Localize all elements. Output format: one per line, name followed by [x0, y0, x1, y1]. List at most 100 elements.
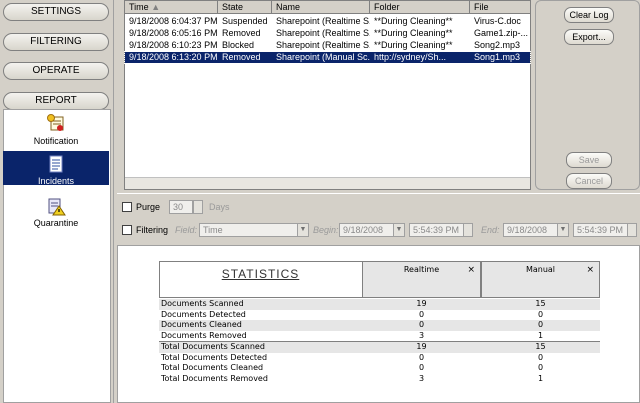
stat-realtime: 19 — [416, 342, 427, 351]
statistics-row: Documents Scanned 19 15 — [159, 299, 600, 310]
end-label: End: — [481, 225, 500, 235]
filter-controls: Purge 30 Days Filtering Field: Time ▼ Be… — [117, 193, 640, 243]
end-time-input[interactable]: 5:54:39 PM — [573, 223, 629, 237]
incident-list[interactable]: Time ▲ State Name Folder File 9/18/2008 … — [124, 0, 531, 190]
stat-realtime: 0 — [418, 352, 425, 362]
cell-state: Suspended — [222, 16, 268, 26]
stat-realtime: 0 — [418, 309, 425, 319]
close-icon[interactable]: × — [467, 265, 475, 275]
nav-item-label: Notification — [33, 136, 79, 146]
stat-manual: 1 — [537, 373, 544, 383]
filtering-button[interactable]: FILTERING — [3, 33, 109, 51]
column-header-state[interactable]: State — [218, 1, 272, 14]
save-button[interactable]: Save — [566, 152, 612, 168]
filtering-checkbox[interactable] — [122, 225, 132, 235]
column-header-file[interactable]: File — [470, 1, 530, 14]
filtering-label: Filtering — [136, 225, 169, 235]
purge-days-spinner[interactable] — [193, 200, 203, 214]
statistics-row: Documents Cleaned 0 0 — [159, 320, 600, 331]
report-button[interactable]: REPORT — [3, 92, 109, 110]
stat-realtime: 0 — [418, 363, 425, 372]
list-header: Time ▲ State Name Folder File — [125, 1, 530, 14]
table-row[interactable]: 9/18/2008 6:04:37 PM Suspended Sharepoin… — [125, 16, 530, 27]
stat-name: Total Documents Cleaned — [161, 363, 264, 372]
cell-time: 9/18/2008 6:10:23 PM — [129, 40, 218, 50]
purge-checkbox[interactable] — [122, 202, 132, 212]
cell-file: Song1.mp3 — [474, 52, 521, 62]
stat-realtime: 19 — [416, 299, 427, 308]
statistics-row: Total Documents Cleaned 0 0 — [159, 363, 600, 374]
actions-panel: Clear Log Export... Save Cancel — [535, 0, 640, 190]
table-row-selected[interactable]: 9/18/2008 6:13:20 PM Removed Sharepoint … — [124, 51, 531, 64]
end-time-spinner[interactable] — [627, 223, 637, 237]
begin-time-input[interactable]: 5:54:39 PM — [409, 223, 465, 237]
stat-manual: 15 — [535, 299, 546, 308]
cell-file: Game1.zip-... — [474, 28, 529, 38]
nav-item-incidents[interactable]: Incidents — [3, 151, 109, 186]
stat-realtime: 3 — [418, 373, 425, 383]
stat-name: Total Documents Scanned — [161, 342, 265, 351]
statistics-row: Documents Detected 0 0 — [159, 310, 600, 321]
statistics-row: Total Documents Removed 3 1 — [159, 374, 600, 385]
cancel-button[interactable]: Cancel — [566, 173, 612, 189]
column-header-folder[interactable]: Folder — [370, 1, 470, 14]
calendar-dropdown-icon[interactable]: ▼ — [393, 223, 405, 237]
nav-item-notification[interactable]: Notification — [3, 114, 109, 146]
cell-time: 9/18/2008 6:05:16 PM — [129, 28, 218, 38]
left-navigation: SETTINGS FILTERING OPERATE REPORT Notifi… — [0, 0, 114, 403]
table-row[interactable]: 9/18/2008 6:05:16 PM Removed Sharepoint … — [125, 28, 530, 39]
stat-manual: 0 — [537, 352, 544, 362]
stat-manual: 15 — [535, 342, 546, 351]
column-header-name[interactable]: Name — [272, 1, 370, 14]
cell-name: Sharepoint (Realtime S... — [276, 28, 370, 38]
stat-manual: 0 — [537, 309, 544, 319]
days-label: Days — [209, 202, 230, 212]
stat-manual: 0 — [537, 320, 544, 329]
cell-file: Song2.mp3 — [474, 40, 521, 50]
cell-folder: http://sydney/Sh... — [374, 52, 447, 62]
stat-name: Total Documents Detected — [161, 352, 268, 362]
stat-realtime: 0 — [418, 320, 425, 329]
purge-days-input[interactable]: 30 — [169, 200, 193, 214]
cell-state: Blocked — [222, 40, 255, 50]
stat-name: Documents Cleaned — [161, 320, 242, 329]
statistics-title: STATISTICS — [221, 267, 300, 281]
purge-label: Purge — [136, 202, 161, 212]
field-select[interactable]: Time — [199, 223, 299, 237]
column-header-time[interactable]: Time ▲ — [125, 1, 218, 14]
calendar-dropdown-icon[interactable]: ▼ — [557, 223, 569, 237]
stat-manual: 1 — [537, 330, 544, 340]
cell-state: Removed — [222, 52, 261, 62]
cell-time: 9/18/2008 6:13:20 PM — [129, 52, 218, 62]
end-date-input[interactable]: 9/18/2008 — [503, 223, 559, 237]
begin-time-spinner[interactable] — [463, 223, 473, 237]
statistics-row: Total Documents Detected 0 0 — [159, 353, 600, 364]
clear-log-button[interactable]: Clear Log — [564, 7, 614, 23]
begin-date-input[interactable]: 9/18/2008 — [339, 223, 395, 237]
stat-realtime: 3 — [418, 330, 425, 340]
cell-name: Sharepoint (Manual Sc... — [276, 52, 370, 62]
stat-name: Documents Removed — [161, 330, 247, 340]
cell-name: Sharepoint (Realtime S... — [276, 16, 370, 26]
chevron-down-icon[interactable]: ▼ — [297, 223, 309, 237]
cell-folder: **During Cleaning** — [374, 40, 453, 50]
nav-item-label: Incidents — [37, 176, 75, 186]
column-header-realtime: Realtime × — [362, 261, 481, 298]
export-button[interactable]: Export... — [564, 29, 614, 45]
operate-button[interactable]: OPERATE — [3, 62, 109, 80]
cell-name: Sharepoint (Realtime S... — [276, 40, 370, 50]
statistics-row: Documents Removed 3 1 — [159, 331, 600, 342]
settings-button[interactable]: SETTINGS — [3, 3, 109, 21]
field-label: Field: — [175, 225, 198, 235]
cell-time: 9/18/2008 6:04:37 PM — [129, 16, 218, 26]
quarantine-icon — [48, 198, 66, 216]
table-row[interactable]: 9/18/2008 6:10:23 PM Blocked Sharepoint … — [125, 40, 530, 51]
nav-item-quarantine[interactable]: Quarantine — [3, 196, 109, 230]
close-icon[interactable]: × — [586, 265, 594, 275]
cell-folder: **During Cleaning** — [374, 16, 453, 26]
begin-label: Begin: — [313, 225, 339, 235]
cell-state: Removed — [222, 28, 261, 38]
notification-icon — [47, 114, 64, 131]
column-header-manual: Manual × — [481, 261, 600, 298]
horizontal-scrollbar[interactable] — [125, 177, 530, 189]
